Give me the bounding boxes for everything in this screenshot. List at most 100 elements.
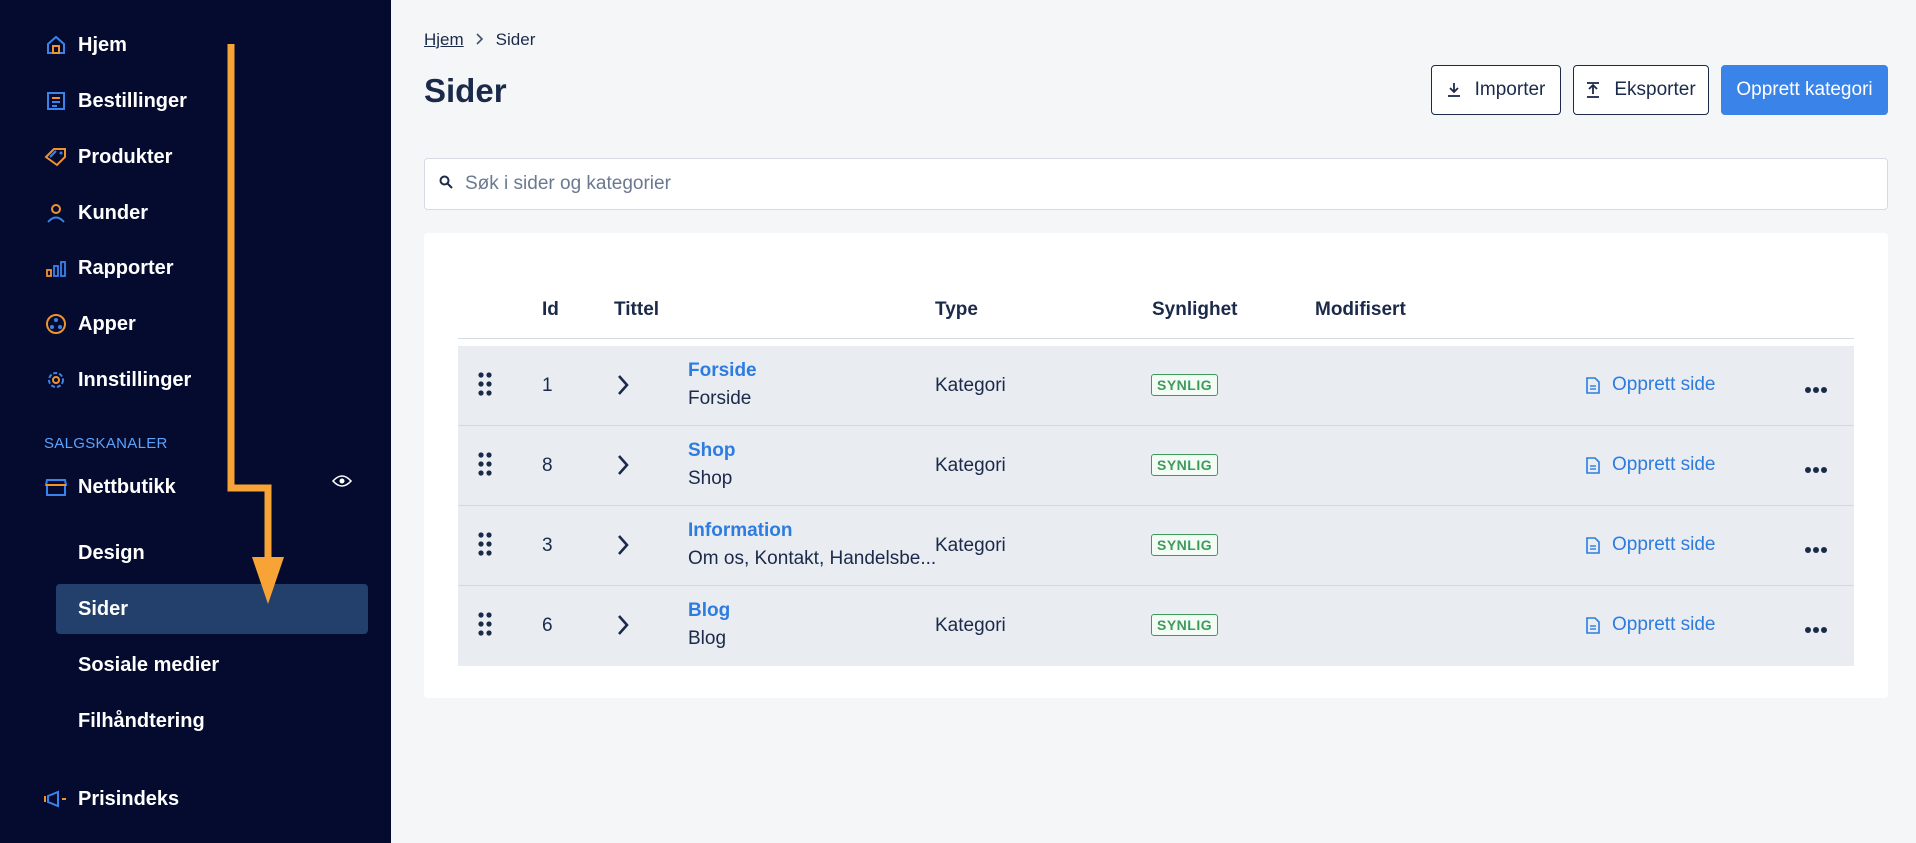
sidebar-item-reports[interactable]: Rapporter — [44, 251, 174, 285]
document-icon — [1586, 616, 1600, 634]
sidebar-item-customers[interactable]: Kunder — [44, 196, 148, 230]
sidebar-item-label: Prisindeks — [78, 787, 180, 810]
upload-icon — [1586, 82, 1600, 98]
sidebar-item-label: Apper — [78, 312, 136, 335]
expand-chevron-icon[interactable] — [616, 374, 630, 401]
visibility-badge: SYNLIG — [1151, 454, 1219, 476]
row-subtitle: Om os, Kontakt, Handelsbe... — [688, 548, 937, 569]
page-title: Sider — [424, 72, 507, 109]
row-title-link[interactable]: Information — [688, 520, 793, 542]
column-header-type[interactable]: Type — [935, 281, 978, 339]
create-page-link[interactable]: Opprett side — [1586, 614, 1716, 636]
drag-handle-icon[interactable] — [478, 612, 492, 641]
row-title-link[interactable]: Blog — [688, 600, 730, 622]
sidebar-item-label: Kunder — [78, 201, 148, 224]
table-row[interactable]: 6 Blog Blog Kategori SYNLIG Opprett side — [458, 586, 1854, 666]
create-page-label: Opprett side — [1612, 374, 1716, 395]
download-icon — [1447, 82, 1461, 98]
sidebar-item-settings[interactable]: Innstillinger — [44, 363, 191, 397]
document-icon — [1586, 536, 1600, 554]
visibility-badge: SYNLIG — [1151, 614, 1219, 636]
expand-chevron-icon[interactable] — [616, 534, 630, 561]
sidebar-item-products[interactable]: Produkter — [44, 140, 172, 174]
row-subtitle: Shop — [688, 468, 733, 489]
document-icon — [1586, 376, 1600, 394]
row-type: Kategori — [935, 535, 1006, 556]
more-options-icon[interactable] — [1804, 461, 1828, 479]
gear-icon — [44, 368, 68, 392]
user-icon — [44, 201, 68, 225]
column-header-modified[interactable]: Modifisert — [1315, 281, 1406, 339]
expand-chevron-icon[interactable] — [616, 614, 630, 641]
drag-handle-icon[interactable] — [478, 372, 492, 401]
table-header: Id Tittel Type Synlighet Modifisert — [458, 281, 1854, 339]
row-id: 3 — [542, 535, 553, 556]
create-page-link[interactable]: Opprett side — [1586, 374, 1716, 396]
create-page-link[interactable]: Opprett side — [1586, 454, 1716, 476]
sidebar-item-orders[interactable]: Bestillinger — [44, 84, 187, 118]
row-id: 6 — [542, 615, 553, 636]
apps-icon — [44, 312, 68, 336]
table-row[interactable]: 3 Information Om os, Kontakt, Handelsbe.… — [458, 506, 1854, 586]
more-options-icon[interactable] — [1804, 621, 1828, 639]
orders-icon — [44, 89, 68, 113]
row-title-link[interactable]: Shop — [688, 440, 736, 462]
more-options-icon[interactable] — [1804, 541, 1828, 559]
column-header-visibility[interactable]: Synlighet — [1152, 281, 1238, 339]
create-category-button[interactable]: Opprett kategori — [1721, 65, 1888, 115]
import-button[interactable]: Importer — [1431, 65, 1561, 115]
sidebar-item-apps[interactable]: Apper — [44, 307, 136, 341]
import-button-label: Importer — [1474, 79, 1546, 100]
search-bar — [424, 158, 1888, 210]
create-page-link[interactable]: Opprett side — [1586, 534, 1716, 556]
create-page-label: Opprett side — [1612, 614, 1716, 635]
tag-icon — [44, 145, 68, 169]
sidebar-subitem-design[interactable]: Design — [78, 536, 145, 570]
table-row[interactable]: 1 Forside Forside Kategori SYNLIG Oppret… — [458, 346, 1854, 426]
breadcrumb-current: Sider — [495, 30, 536, 49]
create-page-label: Opprett side — [1612, 534, 1716, 555]
chevron-right-icon — [476, 32, 484, 48]
sidebar-item-label: Innstillinger — [78, 368, 192, 391]
sidebar-subitem-pages[interactable]: Sider — [78, 592, 128, 626]
column-header-title[interactable]: Tittel — [614, 281, 659, 339]
sidebar-subitem-file-management[interactable]: Filhåndtering — [78, 704, 205, 738]
export-button[interactable]: Eksporter — [1573, 65, 1709, 115]
sidebar-item-label: Nettbutikk — [78, 475, 176, 498]
sidebar-item-price-index[interactable]: Prisindeks — [44, 782, 179, 816]
row-subtitle: Forside — [688, 388, 752, 409]
pages-table-card: Id Tittel Type Synlighet Modifisert 1 Fo… — [424, 233, 1888, 698]
eye-icon[interactable] — [331, 474, 353, 493]
sidebar-subitem-social-media[interactable]: Sosiale medier — [78, 648, 219, 682]
sidebar-item-webshop[interactable]: Nettbutikk — [44, 470, 176, 504]
create-page-label: Opprett side — [1612, 454, 1716, 475]
expand-chevron-icon[interactable] — [616, 454, 630, 481]
sidebar: Hjem Bestillinger Produkter Kunder Rappo… — [0, 0, 391, 843]
row-type: Kategori — [935, 615, 1006, 636]
drag-handle-icon[interactable] — [478, 452, 492, 481]
visibility-badge: SYNLIG — [1151, 534, 1219, 556]
store-icon — [44, 475, 68, 499]
home-icon — [44, 33, 68, 57]
table-row[interactable]: 8 Shop Shop Kategori SYNLIG Opprett side — [458, 426, 1854, 506]
sidebar-item-label: Bestillinger — [78, 89, 187, 112]
bar-chart-icon — [44, 256, 68, 280]
sidebar-item-home[interactable]: Hjem — [44, 28, 127, 62]
visibility-badge: SYNLIG — [1151, 374, 1219, 396]
column-header-id[interactable]: Id — [542, 281, 559, 339]
sidebar-item-label: Produkter — [78, 145, 173, 168]
search-icon — [439, 175, 453, 194]
row-id: 1 — [542, 375, 553, 396]
row-title-link[interactable]: Forside — [688, 360, 757, 382]
search-input[interactable] — [465, 173, 1845, 195]
section-label-sales-channels: SALGSKANALER — [44, 435, 168, 452]
row-type: Kategori — [935, 455, 1006, 476]
row-subtitle: Blog — [688, 628, 727, 649]
row-type: Kategori — [935, 375, 1006, 396]
breadcrumb: Hjem Sider — [424, 30, 535, 50]
export-button-label: Eksporter — [1614, 79, 1696, 100]
drag-handle-icon[interactable] — [478, 532, 492, 561]
megaphone-icon — [44, 787, 68, 811]
breadcrumb-home-link[interactable]: Hjem — [424, 30, 464, 50]
more-options-icon[interactable] — [1804, 381, 1828, 399]
